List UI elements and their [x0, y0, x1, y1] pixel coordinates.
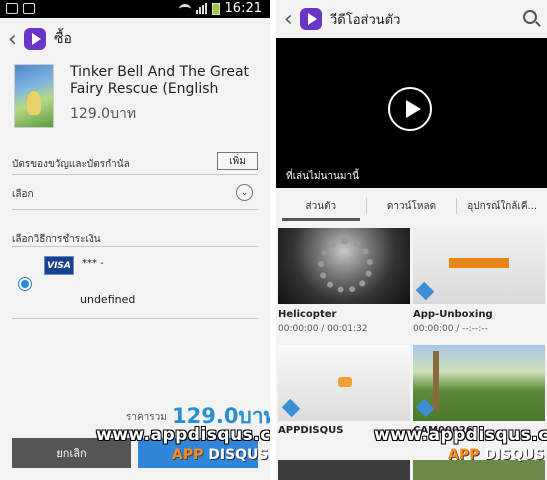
video-thumbnail[interactable] — [413, 460, 545, 480]
image-icon — [23, 3, 35, 14]
player-caption: ที่เล่นไม่นานมานี้ — [286, 171, 359, 182]
tab-downloads[interactable]: ดาวน์โหลด — [367, 191, 457, 221]
video-time: 00:00:00 / 00:01:32 — [278, 324, 368, 334]
signal-icon — [195, 3, 207, 14]
watermark-text: www.appdisqus.com — [96, 425, 270, 445]
divider — [12, 318, 258, 319]
video-name: App-Unboxing — [413, 309, 493, 320]
notification-icons — [6, 3, 35, 14]
chevron-down-icon[interactable]: ⌄ — [236, 184, 253, 201]
divider — [12, 246, 258, 247]
purchase-screen: 16:21 ‹ ซื้อ Tinker Bell And The Great F… — [0, 0, 270, 480]
payment-section-label: เลือกวิธีการชำระเงิน — [12, 234, 101, 245]
product-cover-image — [14, 64, 54, 128]
video-time: 00:00:00 / --:--:-- — [413, 324, 488, 334]
card-number-mask: *** - — [82, 258, 104, 269]
video-thumbnail-helicopter[interactable] — [278, 228, 410, 304]
divider — [12, 174, 258, 175]
action-bar: ‹ วีดีโอส่วนตัว — [276, 0, 547, 38]
card-value: undefined — [80, 293, 136, 306]
gift-card-section-label: บัตรของขวัญและบัตรกำนัล — [12, 159, 130, 170]
battery-icon — [211, 2, 220, 15]
action-bar: ‹ ซื้อ — [0, 20, 270, 58]
watermark-logo: APP DISQUS — [172, 447, 269, 463]
gift-card-select[interactable]: เลือก — [12, 187, 34, 202]
video-player[interactable]: ที่เล่นไม่นานมานี้ — [276, 38, 547, 188]
cancel-label: ยกเลิก — [56, 447, 87, 460]
watermark-text: www.appdisqus.com — [374, 425, 547, 445]
status-bar: 16:21 — [0, 0, 270, 18]
page-title: ซื้อ — [54, 31, 72, 47]
total-label: ราคารวม — [126, 412, 167, 423]
app-logo-icon[interactable] — [24, 28, 46, 50]
tab-nearby-devices[interactable]: อุปกรณ์ใกล้เคี... — [457, 191, 547, 221]
video-name: APPDISQUS — [278, 425, 344, 436]
search-icon[interactable] — [523, 10, 537, 24]
product-title: Tinker Bell And The Great Fairy Rescue (… — [70, 64, 250, 97]
clock: 16:21 — [224, 1, 262, 16]
divider — [12, 209, 258, 210]
tab-personal[interactable]: ส่วนตัว — [276, 191, 366, 221]
mail-icon — [6, 3, 18, 14]
back-icon[interactable]: ‹ — [8, 27, 22, 52]
visa-icon: VISA — [44, 256, 74, 275]
payment-radio[interactable] — [18, 277, 32, 291]
system-tray: 16:21 — [178, 1, 262, 16]
tab-bar: ส่วนตัว ดาวน์โหลด อุปกรณ์ใกล้เคี... — [276, 191, 547, 221]
video-thumbnail[interactable] — [278, 460, 410, 480]
wifi-icon — [178, 3, 191, 14]
product-price: 129.0บาท — [70, 106, 137, 122]
page-title: วีดีโอส่วนตัว — [330, 12, 401, 28]
add-gift-card-button[interactable]: เพิ่ม — [217, 152, 258, 170]
app-logo-icon[interactable] — [300, 8, 322, 30]
play-icon[interactable] — [388, 87, 432, 131]
video-name: Helicopter — [278, 309, 337, 320]
video-screen: ‹ วีดีโอส่วนตัว ที่เล่นไม่นานมานี้ ส่วนต… — [276, 0, 547, 480]
watermark-logo: APP DISQUS — [448, 447, 545, 463]
back-icon[interactable]: ‹ — [284, 7, 298, 32]
